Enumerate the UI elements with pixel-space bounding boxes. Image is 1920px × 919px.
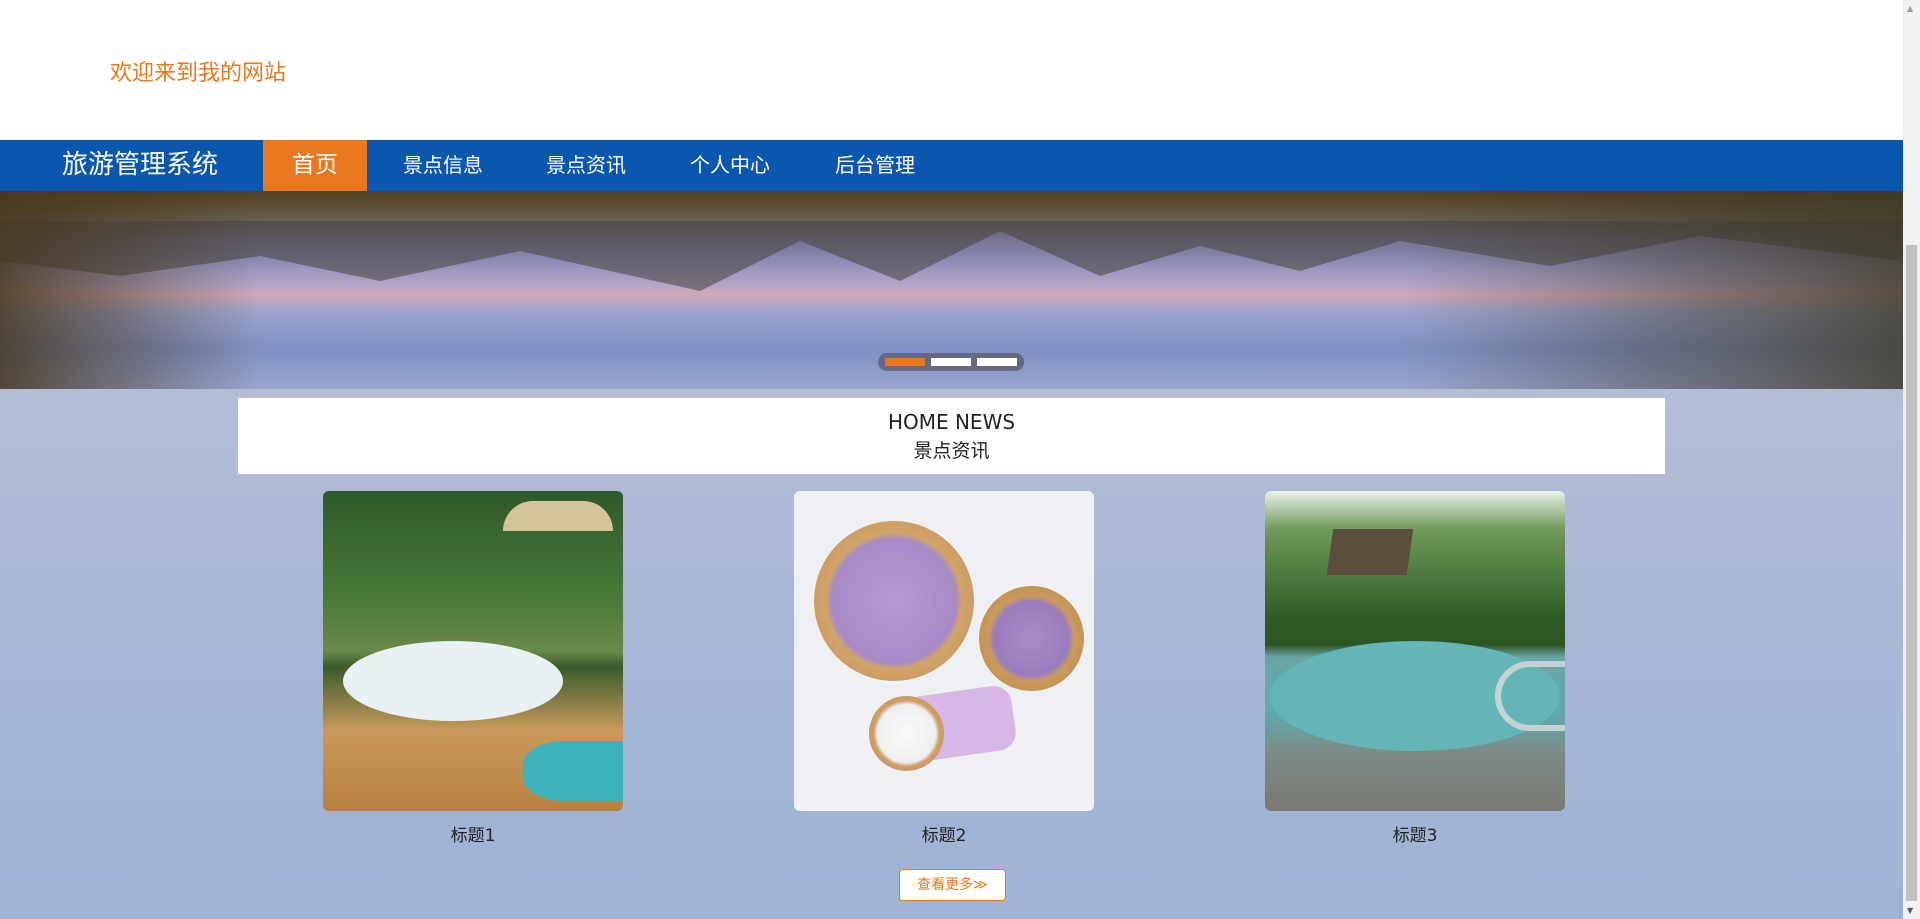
carousel-dot-3[interactable] (977, 358, 1017, 366)
news-card-title[interactable]: 标题2 (794, 821, 1094, 846)
carousel-dot-2[interactable] (931, 358, 971, 366)
news-card[interactable]: 标题1 (323, 491, 623, 846)
news-header: HOME NEWS 景点资讯 (238, 398, 1665, 474)
hut-roof (1326, 529, 1414, 575)
nav-item-home[interactable]: 首页 (263, 140, 367, 191)
news-card-title[interactable]: 标题3 (1265, 821, 1565, 846)
pool-water (523, 741, 623, 801)
nav-item-attraction-news[interactable]: 景点资讯 (528, 140, 644, 191)
pool-steps (1495, 661, 1565, 731)
scrollbar-thumb[interactable] (1906, 245, 1917, 901)
nav-item-personal-center[interactable]: 个人中心 (672, 140, 788, 191)
news-card-image[interactable] (1265, 491, 1565, 811)
scroll-up-arrow-icon[interactable]: ▲ (1907, 4, 1913, 13)
umbrella-shape (503, 501, 613, 531)
news-card-image[interactable] (794, 491, 1094, 811)
hot-tub-water (343, 641, 563, 721)
view-more-button[interactable]: 查看更多≫ (899, 869, 1006, 901)
nav-item-admin[interactable]: 后台管理 (817, 140, 933, 191)
shore-left (0, 191, 260, 389)
news-title-en: HOME NEWS (887, 410, 1016, 434)
main-nav: 旅游管理系统 首页 景点信息 景点资讯 个人中心 后台管理 (0, 140, 1903, 191)
flower-bowl (814, 521, 974, 681)
news-card-title[interactable]: 标题1 (323, 821, 623, 846)
news-title-cn: 景点资讯 (913, 440, 990, 462)
news-card[interactable]: 标题3 (1265, 491, 1565, 846)
welcome-text: 欢迎来到我的网站 (110, 61, 287, 86)
carousel-dot-1[interactable] (885, 358, 925, 366)
page-scrollbar[interactable]: ▲ ▼ (1903, 0, 1920, 919)
site-brand[interactable]: 旅游管理系统 (62, 140, 218, 191)
hero-carousel[interactable] (0, 191, 1903, 389)
news-card[interactable]: 标题2 (794, 491, 1094, 846)
top-header: 欢迎来到我的网站 (0, 0, 1903, 140)
flower-bowl (979, 586, 1084, 691)
news-card-image[interactable] (323, 491, 623, 811)
carousel-indicators (878, 353, 1024, 371)
salt-bowl (869, 696, 944, 771)
shore-right (1403, 191, 1903, 389)
news-section: HOME NEWS 景点资讯 标题1 标题2 标题3 查看更多≫ (0, 389, 1903, 919)
scroll-down-arrow-icon[interactable]: ▼ (1907, 906, 1913, 915)
nav-item-attractions[interactable]: 景点信息 (385, 140, 501, 191)
